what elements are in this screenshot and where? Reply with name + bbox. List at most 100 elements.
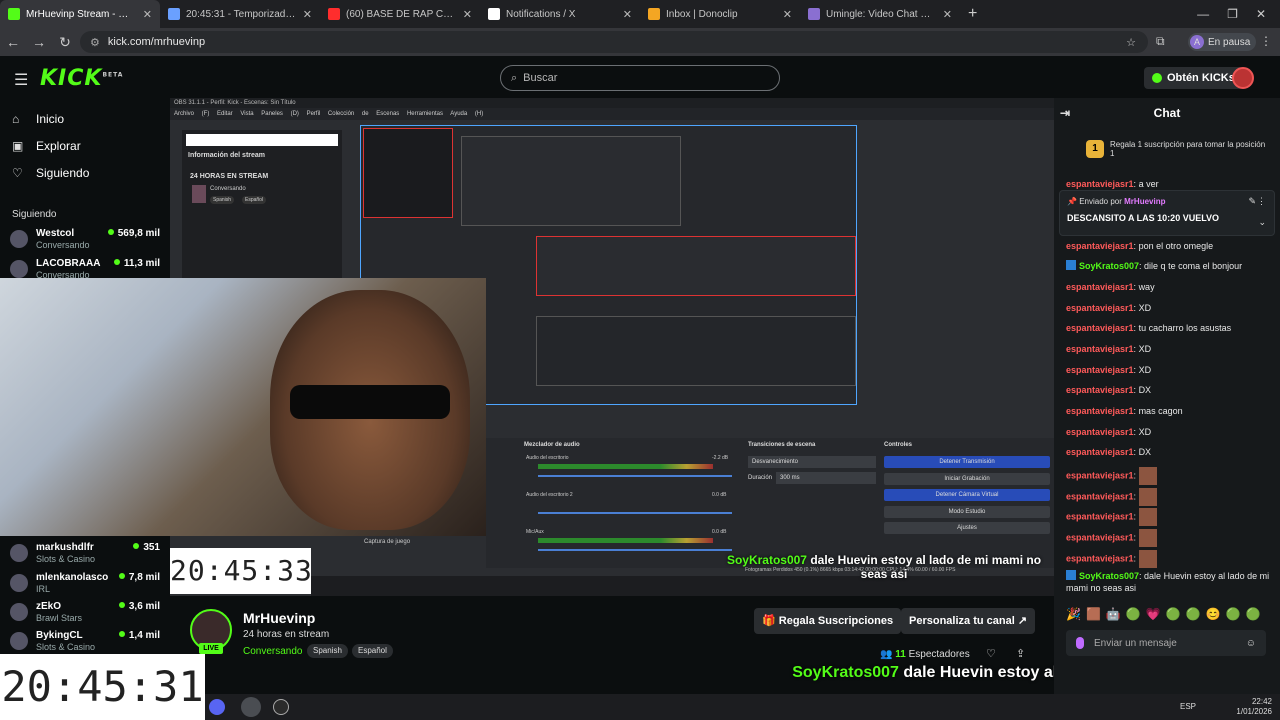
browser-tab[interactable]: Inbox | Donoclip ✕ xyxy=(640,0,800,28)
chat-username[interactable]: espantaviejasr1 xyxy=(1066,344,1134,354)
obs-panel-tag: Spanish xyxy=(210,196,235,204)
chat-message[interactable]: espantaviejasr1: DX xyxy=(1066,384,1272,396)
chat-input[interactable]: Enviar un mensaje ☺ xyxy=(1066,630,1266,656)
volume-slider[interactable] xyxy=(538,475,732,477)
chevron-down-icon[interactable]: ⌄ xyxy=(1258,217,1266,228)
chat-message[interactable]: SoyKratos007: dale Huevin estoy al lado … xyxy=(1066,570,1272,594)
tab-close-icon[interactable]: ✕ xyxy=(623,8,632,21)
unpin-icon[interactable]: ✎ xyxy=(1248,196,1256,207)
tray-language[interactable]: ESP xyxy=(1180,702,1196,711)
chat-text: XD xyxy=(1138,303,1152,313)
sidebar-item-inicio[interactable]: ⌂ Inicio xyxy=(12,112,64,126)
tab-close-icon[interactable]: ✕ xyxy=(463,8,472,21)
stream-category[interactable]: Conversando xyxy=(243,646,302,657)
more-options-icon[interactable]: ⋮ xyxy=(1257,196,1266,207)
browser-tab[interactable]: Umingle: Video Chat with Str... ✕ xyxy=(800,0,960,28)
get-kicks-button[interactable]: Obtén KICKs xyxy=(1144,67,1243,89)
chat-username[interactable]: espantaviejasr1 xyxy=(1066,447,1134,457)
streamer-name[interactable]: MrHuevinp xyxy=(243,610,315,626)
emote-bar[interactable]: 🎉🟫🤖🟢💗🟢🟢😊🟢🟢 xyxy=(1066,607,1265,621)
chat-message[interactable]: espantaviejasr1: mas cagon xyxy=(1066,405,1272,417)
chat-username[interactable]: espantaviejasr1 xyxy=(1066,491,1134,501)
collapse-chat-icon[interactable]: ⇥ xyxy=(1060,98,1070,128)
browser-tab[interactable]: Notifications / X ✕ xyxy=(480,0,640,28)
chat-username[interactable]: espantaviejasr1 xyxy=(1066,406,1134,416)
browser-menu-icon[interactable]: ⋮ xyxy=(1260,34,1272,48)
reload-icon[interactable]: ↻ xyxy=(52,34,78,51)
share-icon[interactable]: ⇪ xyxy=(1016,647,1025,660)
browser-profile-chip[interactable]: A En pausa xyxy=(1188,33,1257,51)
search-input[interactable]: ⌕ Buscar xyxy=(500,65,780,91)
chat-username[interactable]: espantaviejasr1 xyxy=(1066,427,1134,437)
chat-username[interactable]: espantaviejasr1 xyxy=(1066,179,1134,189)
bookmark-star-icon[interactable]: ☆ xyxy=(1126,36,1136,49)
chat-message[interactable]: espantaviejasr1: xyxy=(1066,488,1272,506)
gift-subs-button[interactable]: 🎁 Regala Suscripciones xyxy=(754,608,902,634)
following-item[interactable]: Westcol Conversando 569,8 mil xyxy=(10,228,160,254)
sidebar-item-siguiendo[interactable]: ♡ Siguiendo xyxy=(12,166,89,180)
chat-username[interactable]: espantaviejasr1 xyxy=(1066,241,1134,251)
new-tab-icon[interactable]: + xyxy=(968,5,977,23)
tab-close-icon[interactable]: ✕ xyxy=(143,8,152,21)
chat-username[interactable]: SoyKratos007 xyxy=(1079,261,1139,271)
chat-message[interactable]: espantaviejasr1: XD xyxy=(1066,343,1272,355)
maximize-icon[interactable]: ❐ xyxy=(1227,7,1238,21)
chat-username[interactable]: espantaviejasr1 xyxy=(1066,532,1134,542)
heart-follow-icon[interactable]: ♡ xyxy=(986,647,996,660)
volume-slider[interactable] xyxy=(538,512,732,514)
hamburger-menu-icon[interactable]: ☰ xyxy=(14,70,28,90)
chrome-taskbar-icon[interactable] xyxy=(241,697,261,717)
chat-message[interactable]: SoyKratos007: dile q te coma el bonjour xyxy=(1066,260,1272,272)
chat-message[interactable]: espantaviejasr1: xyxy=(1066,508,1272,526)
back-icon[interactable]: ← xyxy=(0,34,26,50)
chat-message[interactable]: espantaviejasr1: xyxy=(1066,467,1272,485)
minimize-icon[interactable]: — xyxy=(1197,7,1209,21)
chat-username[interactable]: espantaviejasr1 xyxy=(1066,282,1134,292)
browser-tab[interactable]: 20:45:31 - Temporizador Online ✕ xyxy=(160,0,320,28)
close-window-icon[interactable]: ✕ xyxy=(1256,7,1266,21)
following-item[interactable]: BykingCL Slots & Casino 1,4 mil xyxy=(10,630,160,656)
extensions-icon[interactable]: ⧉ xyxy=(1156,34,1165,49)
kick-logo[interactable]: KICKBETA xyxy=(40,66,123,91)
chat-username[interactable]: espantaviejasr1 xyxy=(1066,553,1134,563)
chat-message[interactable]: espantaviejasr1: DX xyxy=(1066,446,1272,458)
chat-message[interactable]: espantaviejasr1: pon el otro omegle xyxy=(1066,240,1272,252)
forward-icon[interactable]: → xyxy=(26,34,52,50)
chat-message[interactable]: espantaviejasr1: tu cacharro los asustas xyxy=(1066,322,1272,334)
pinned-message[interactable]: 📌 Enviado por MrHuevinp DESCANSITO A LAS… xyxy=(1059,190,1275,236)
volume-slider[interactable] xyxy=(538,549,732,551)
chat-message[interactable]: espantaviejasr1: xyxy=(1066,550,1272,568)
sidebar-item-explorar[interactable]: ▣ Explorar xyxy=(12,139,81,153)
site-info-icon[interactable]: ⚙ xyxy=(90,36,100,49)
chat-message[interactable]: espantaviejasr1: XD xyxy=(1066,302,1272,314)
obs-taskbar-icon[interactable] xyxy=(273,699,289,715)
chat-username[interactable]: espantaviejasr1 xyxy=(1066,323,1134,333)
user-avatar[interactable] xyxy=(1232,67,1254,89)
following-item[interactable]: markushdlfr Slots & Casino 351 xyxy=(10,542,160,568)
chat-username[interactable]: espantaviejasr1 xyxy=(1066,470,1134,480)
chat-message[interactable]: espantaviejasr1: xyxy=(1066,529,1272,547)
tab-close-icon[interactable]: ✕ xyxy=(783,8,792,21)
chat-username[interactable]: espantaviejasr1 xyxy=(1066,511,1134,521)
sub-gift-promo[interactable]: 1 Regala 1 suscripción para tomar la pos… xyxy=(1086,140,1266,158)
stream-tag[interactable]: Español xyxy=(352,644,393,658)
customize-channel-button[interactable]: Personaliza tu canal ↗ xyxy=(901,608,1036,634)
tab-close-icon[interactable]: ✕ xyxy=(303,8,312,21)
stream-tag[interactable]: Spanish xyxy=(307,644,348,658)
chat-username[interactable]: espantaviejasr1 xyxy=(1066,303,1134,313)
taskbar-app-icon[interactable] xyxy=(209,699,225,715)
browser-tab[interactable]: (60) BASE DE RAP CON PALABRAS ✕ xyxy=(320,0,480,28)
emoji-picker-icon[interactable]: ☺ xyxy=(1246,638,1256,649)
chat-username[interactable]: espantaviejasr1 xyxy=(1066,365,1134,375)
chat-message[interactable]: espantaviejasr1: XD xyxy=(1066,364,1272,376)
chat-message[interactable]: espantaviejasr1: way xyxy=(1066,281,1272,293)
tab-close-icon[interactable]: ✕ xyxy=(943,8,952,21)
chat-message[interactable]: espantaviejasr1: a ver xyxy=(1066,178,1272,190)
browser-tab[interactable]: MrHuevinp Stream - Watch Live ✕ xyxy=(0,0,160,28)
following-item[interactable]: mlenkanolasco IRL 7,8 mil xyxy=(10,572,160,598)
chat-username[interactable]: espantaviejasr1 xyxy=(1066,385,1134,395)
following-item[interactable]: zEkO Brawl Stars 3,6 mil xyxy=(10,601,160,627)
chat-username[interactable]: SoyKratos007 xyxy=(1079,571,1139,581)
chat-message[interactable]: espantaviejasr1: XD xyxy=(1066,426,1272,438)
url-bar[interactable]: ⚙ kick.com/mrhuevinp ☆ xyxy=(80,31,1148,53)
